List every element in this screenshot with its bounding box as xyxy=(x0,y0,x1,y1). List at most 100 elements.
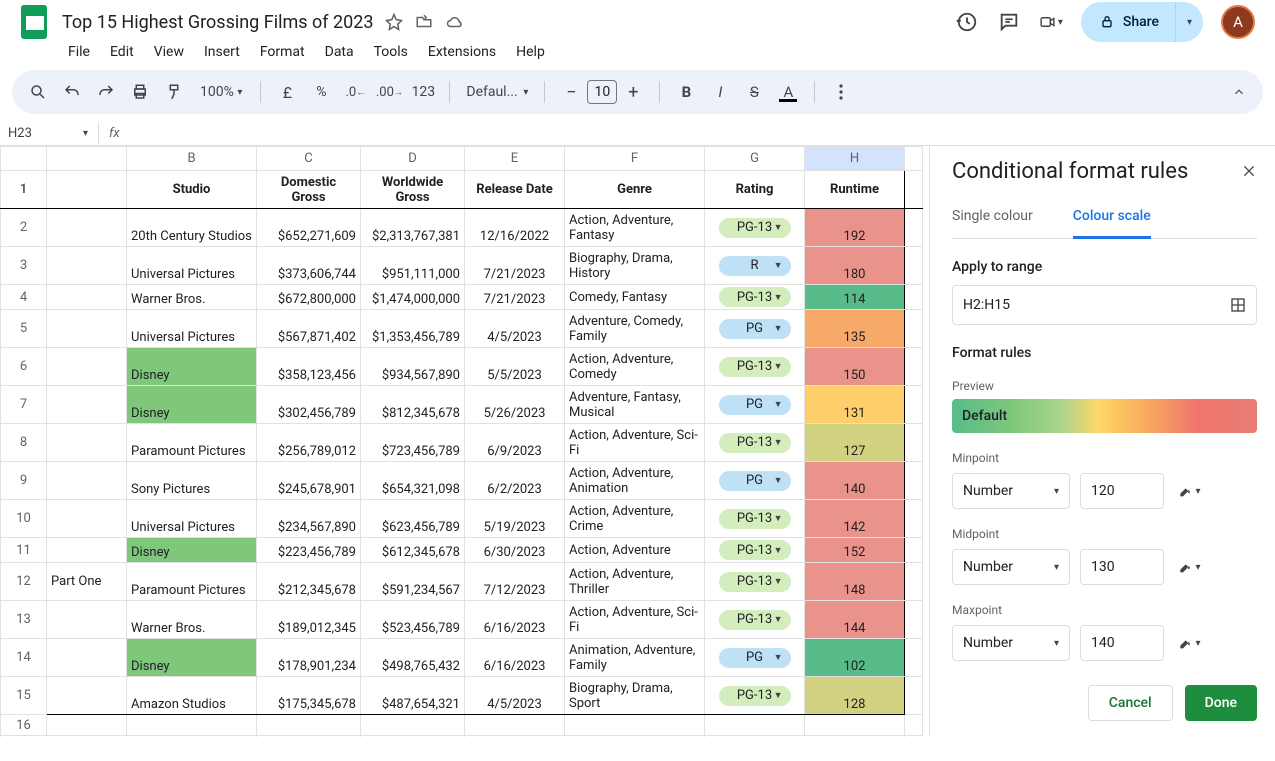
cell[interactable]: Comedy, Fantasy xyxy=(565,285,705,310)
undo-icon[interactable] xyxy=(58,77,86,107)
cell[interactable]: 102 xyxy=(805,639,905,677)
maxpoint-color-picker[interactable]: ▾ xyxy=(1174,635,1204,651)
cell[interactable] xyxy=(47,285,127,310)
range-input[interactable]: H2:H15 xyxy=(952,285,1257,325)
cell[interactable]: Action, Adventure, Crime xyxy=(565,500,705,538)
cell[interactable]: Disney xyxy=(127,639,257,677)
cancel-button[interactable]: Cancel xyxy=(1088,685,1173,721)
cell[interactable]: Biography, Drama, History xyxy=(565,247,705,285)
cell[interactable]: $245,678,901 xyxy=(257,462,361,500)
sheets-logo[interactable] xyxy=(14,2,54,42)
tab-colour-scale[interactable]: Colour scale xyxy=(1073,198,1151,239)
row-header-3[interactable]: 3 xyxy=(1,247,47,285)
decrease-decimal-icon[interactable]: .0← xyxy=(341,77,369,107)
cell[interactable]: $812,345,678 xyxy=(361,386,465,424)
cell[interactable]: 148 xyxy=(805,563,905,601)
cell[interactable]: $223,456,789 xyxy=(257,538,361,563)
cell[interactable]: Rating xyxy=(705,171,805,209)
cell[interactable]: PG-13▼ xyxy=(705,500,805,538)
col-header-D[interactable]: D xyxy=(361,147,465,171)
search-menus-icon[interactable] xyxy=(24,77,52,107)
cell[interactable]: 6/16/2023 xyxy=(465,601,565,639)
cell[interactable] xyxy=(47,462,127,500)
cell[interactable]: $373,606,744 xyxy=(257,247,361,285)
rating-chip[interactable]: PG-13▼ xyxy=(719,686,791,706)
done-button[interactable]: Done xyxy=(1185,685,1257,721)
col-header-A[interactable] xyxy=(47,147,127,171)
cell[interactable] xyxy=(47,348,127,386)
cell[interactable]: PG▼ xyxy=(705,462,805,500)
cell[interactable] xyxy=(805,736,905,738)
cell[interactable]: $175,345,678 xyxy=(257,677,361,715)
print-icon[interactable] xyxy=(126,77,154,107)
cell[interactable]: Warner Bros. xyxy=(127,601,257,639)
font-size-input[interactable]: 10 xyxy=(587,80,617,104)
rating-chip[interactable]: R▼ xyxy=(719,256,791,276)
cell[interactable]: $189,012,345 xyxy=(257,601,361,639)
cell[interactable]: Part One xyxy=(47,563,127,601)
cell[interactable]: $1,474,000,000 xyxy=(361,285,465,310)
menu-format[interactable]: Format xyxy=(252,40,313,64)
close-icon[interactable] xyxy=(1241,163,1257,179)
cell[interactable]: Adventure, Fantasy, Musical xyxy=(565,386,705,424)
cell[interactable] xyxy=(565,736,705,738)
tab-single-colour[interactable]: Single colour xyxy=(952,198,1033,238)
cell[interactable]: Paramount Pictures xyxy=(127,563,257,601)
cell[interactable]: $498,765,432 xyxy=(361,639,465,677)
cell[interactable] xyxy=(47,715,127,736)
maxpoint-value-input[interactable]: 140 xyxy=(1080,625,1164,661)
cloud-status-icon[interactable] xyxy=(445,13,465,31)
percent-format-icon[interactable]: % xyxy=(307,77,335,107)
midpoint-value-input[interactable]: 130 xyxy=(1080,549,1164,585)
cell[interactable]: $652,271,609 xyxy=(257,209,361,247)
cell[interactable]: Sony Pictures xyxy=(127,462,257,500)
cell[interactable] xyxy=(257,715,361,736)
cell[interactable]: Universal Pictures xyxy=(127,247,257,285)
cell[interactable]: Universal Pictures xyxy=(127,500,257,538)
cell[interactable]: 144 xyxy=(805,601,905,639)
cell[interactable]: PG-13▼ xyxy=(705,538,805,563)
cell[interactable]: 5/5/2023 xyxy=(465,348,565,386)
col-header-E[interactable]: E xyxy=(465,147,565,171)
cell[interactable]: 127 xyxy=(805,424,905,462)
cell[interactable]: $256,789,012 xyxy=(257,424,361,462)
cell[interactable]: $302,456,789 xyxy=(257,386,361,424)
col-header-B[interactable]: B xyxy=(127,147,257,171)
menu-help[interactable]: Help xyxy=(508,40,553,64)
minpoint-value-input[interactable]: 120 xyxy=(1080,473,1164,509)
cell[interactable]: 128 xyxy=(805,677,905,715)
col-header-H[interactable]: H xyxy=(805,147,905,171)
row-header-17[interactable]: 17 xyxy=(1,736,47,738)
cell[interactable]: Disney xyxy=(127,386,257,424)
cell[interactable]: $654,321,098 xyxy=(361,462,465,500)
menu-data[interactable]: Data xyxy=(317,40,362,64)
cell[interactable]: R▼ xyxy=(705,247,805,285)
cell[interactable]: $591,234,567 xyxy=(361,563,465,601)
cell[interactable]: $487,654,321 xyxy=(361,677,465,715)
cell[interactable] xyxy=(257,736,361,738)
cell[interactable]: 12/16/2022 xyxy=(465,209,565,247)
cell[interactable]: Domestic Gross xyxy=(257,171,361,209)
cell[interactable]: $523,456,789 xyxy=(361,601,465,639)
cell[interactable]: $358,123,456 xyxy=(257,348,361,386)
cell[interactable]: PG-13▼ xyxy=(705,563,805,601)
name-box[interactable]: H23▾ xyxy=(8,126,98,141)
cell[interactable]: Worldwide Gross xyxy=(361,171,465,209)
cell[interactable]: $567,871,402 xyxy=(257,310,361,348)
cell[interactable]: $723,456,789 xyxy=(361,424,465,462)
cell[interactable]: $951,111,000 xyxy=(361,247,465,285)
cell[interactable]: Release Date xyxy=(465,171,565,209)
share-button[interactable]: Share xyxy=(1081,2,1175,42)
cell[interactable]: $612,345,678 xyxy=(361,538,465,563)
cell[interactable]: $623,456,789 xyxy=(361,500,465,538)
cell[interactable]: 140 xyxy=(805,462,905,500)
row-header-14[interactable]: 14 xyxy=(1,639,47,677)
cell[interactable]: 4/5/2023 xyxy=(465,310,565,348)
row-header-16[interactable]: 16 xyxy=(1,715,47,736)
cell[interactable] xyxy=(465,715,565,736)
toolbar-overflow-icon[interactable] xyxy=(827,77,855,107)
paint-format-icon[interactable] xyxy=(160,77,188,107)
account-avatar[interactable]: A xyxy=(1221,5,1255,39)
cell[interactable] xyxy=(47,601,127,639)
cell[interactable] xyxy=(47,424,127,462)
